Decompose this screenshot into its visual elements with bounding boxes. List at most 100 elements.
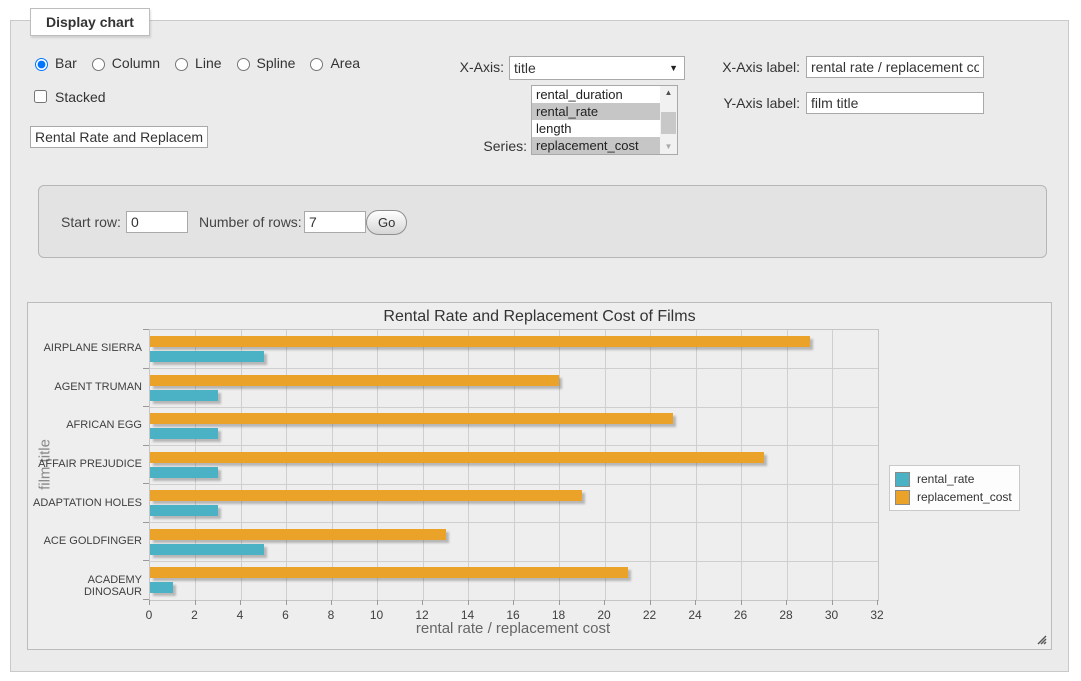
- num-rows-input[interactable]: [304, 211, 366, 233]
- x-axis-label-label: X-Axis label:: [710, 59, 800, 75]
- x-tick-mark: [786, 600, 787, 605]
- chart-title-input[interactable]: [30, 126, 208, 148]
- stacked-label: Stacked: [55, 89, 106, 105]
- series-option-replacement_cost[interactable]: replacement_cost: [532, 137, 660, 154]
- bar-rental_rate: [150, 390, 218, 401]
- num-rows-label: Number of rows:: [199, 214, 302, 230]
- dropdown-arrow-icon: ▼: [669, 63, 680, 73]
- gridline: [605, 330, 606, 600]
- gridline: [286, 330, 287, 600]
- x-tick-mark: [832, 600, 833, 605]
- chart-x-axis-label: rental rate / replacement cost: [149, 620, 877, 637]
- bar-replacement_cost: [150, 490, 582, 501]
- chart-type-label: Area: [330, 55, 360, 71]
- chart-legend: rental_rate replacement_cost: [889, 465, 1020, 511]
- y-tick-mark: [143, 368, 149, 369]
- y-category-label: AGENT TRUMAN: [28, 381, 142, 393]
- bar-replacement_cost: [150, 452, 764, 463]
- y-category-label: ACE GOLDFINGER: [28, 535, 142, 547]
- y-tick-mark: [143, 445, 149, 446]
- gridline: [150, 368, 878, 369]
- bar-replacement_cost: [150, 413, 673, 424]
- chart-type-radio-bar[interactable]: [35, 58, 48, 71]
- chart-type-radio-spline[interactable]: [237, 58, 250, 71]
- gridline: [650, 330, 651, 600]
- chart-type-label: Spline: [257, 55, 296, 71]
- legend-label: replacement_cost: [917, 490, 1012, 504]
- x-tick-mark: [331, 600, 332, 605]
- stacked-checkbox[interactable]: [34, 90, 47, 103]
- resize-handle-icon[interactable]: [1035, 633, 1047, 645]
- x-tick-mark: [286, 600, 287, 605]
- gridline: [150, 484, 878, 485]
- bar-rental_rate: [150, 582, 173, 593]
- chart-title: Rental Rate and Replacement Cost of Film…: [28, 308, 1051, 326]
- gridline: [195, 330, 196, 600]
- legend-entry: rental_rate: [895, 470, 1012, 488]
- gridline: [241, 330, 242, 600]
- start-row-input[interactable]: [126, 211, 188, 233]
- gridline: [150, 522, 878, 523]
- chart-type-radio-group: BarColumnLineSplineArea: [30, 55, 360, 71]
- bar-rental_rate: [150, 544, 264, 555]
- x-tick-mark: [604, 600, 605, 605]
- chart-plot-area: [149, 329, 879, 601]
- x-tick-mark: [741, 600, 742, 605]
- y-tick-mark: [143, 599, 149, 600]
- series-option-rental_duration[interactable]: rental_duration: [532, 86, 660, 103]
- gridline: [514, 330, 515, 600]
- x-axis-selected-value: title: [514, 60, 669, 76]
- series-option-length[interactable]: length: [532, 120, 660, 137]
- x-tick-mark: [559, 600, 560, 605]
- series-scrollbar[interactable]: ▲ ▼: [660, 86, 677, 154]
- bar-replacement_cost: [150, 567, 628, 578]
- y-axis-label-input[interactable]: [806, 92, 984, 114]
- x-axis-select[interactable]: title ▼: [509, 56, 685, 80]
- series-list-label: Series:: [420, 138, 527, 154]
- scroll-thumb[interactable]: [661, 112, 676, 134]
- x-tick-mark: [195, 600, 196, 605]
- gridline: [332, 330, 333, 600]
- y-category-label: ACADEMY DINOSAUR: [28, 574, 142, 598]
- y-tick-mark: [143, 483, 149, 484]
- gridline: [787, 330, 788, 600]
- gridline: [423, 330, 424, 600]
- x-tick-mark: [149, 600, 150, 605]
- stacked-checkbox-row: Stacked: [30, 87, 106, 106]
- legend-swatch-rental_rate: [895, 472, 910, 487]
- gridline: [468, 330, 469, 600]
- series-option-rental_rate[interactable]: rental_rate: [532, 103, 660, 120]
- gridline: [741, 330, 742, 600]
- y-tick-mark: [143, 329, 149, 330]
- scroll-up-arrow-icon[interactable]: ▲: [660, 86, 677, 100]
- chart-type-label: Line: [195, 55, 221, 71]
- scroll-down-arrow-icon[interactable]: ▼: [660, 140, 677, 154]
- series-multiselect[interactable]: ▲ ▼ rental_durationrental_ratelengthrepl…: [531, 85, 678, 155]
- y-category-label: ADAPTATION HOLES: [28, 497, 142, 509]
- gridline: [150, 407, 878, 408]
- chart-type-label: Column: [112, 55, 160, 71]
- x-tick-mark: [377, 600, 378, 605]
- y-tick-mark: [143, 560, 149, 561]
- chart-type-radio-column[interactable]: [92, 58, 105, 71]
- x-axis-select-label: X-Axis:: [420, 59, 504, 75]
- bar-rental_rate: [150, 351, 264, 362]
- gridline: [150, 561, 878, 562]
- y-axis-label-label: Y-Axis label:: [710, 95, 800, 111]
- bar-replacement_cost: [150, 336, 810, 347]
- gridline: [150, 445, 878, 446]
- y-tick-mark: [143, 522, 149, 523]
- go-button[interactable]: Go: [366, 210, 407, 235]
- y-category-label: AFRICAN EGG: [28, 419, 142, 431]
- chart-type-radio-line[interactable]: [175, 58, 188, 71]
- legend-entry: replacement_cost: [895, 488, 1012, 506]
- x-tick-mark: [695, 600, 696, 605]
- chart-type-radio-area[interactable]: [310, 58, 323, 71]
- y-category-label: AFFAIR PREJUDICE: [28, 458, 142, 470]
- legend-label: rental_rate: [917, 472, 974, 486]
- y-tick-mark: [143, 406, 149, 407]
- x-tick-mark: [422, 600, 423, 605]
- x-axis-label-input[interactable]: [806, 56, 984, 78]
- chart-container: Rental Rate and Replacement Cost of Film…: [27, 302, 1052, 650]
- pager-panel: Start row: Number of rows: Go: [38, 185, 1047, 258]
